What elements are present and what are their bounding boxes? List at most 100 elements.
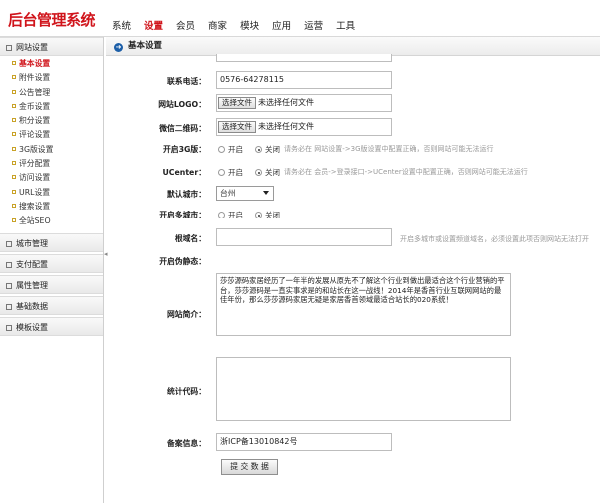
sidebar-group-label: 属性管理 bbox=[16, 280, 48, 290]
plus-box-icon bbox=[6, 282, 12, 289]
sidebar: 网站设置 基本设置 附件设置 公告管理 金币设置 积分设置 评论设置 3G版设置… bbox=[0, 37, 104, 503]
multicity-radio-group: 开启 关闭 bbox=[218, 210, 292, 218]
sidebar-item-announcement[interactable]: 公告管理 bbox=[0, 86, 103, 100]
g3-hint: 请务必在 网站设置->3G版设置中配置正确，否则网站可能无法运行 bbox=[284, 145, 494, 153]
bullet-icon bbox=[12, 118, 16, 123]
sidebar-item-seo[interactable]: 全站SEO bbox=[0, 214, 103, 228]
sidebar-group-label: 模板设置 bbox=[16, 322, 48, 332]
rootdomain-hint: 开启多城市或设置频道域名，必须设置此项否则网站无法打开 bbox=[400, 235, 589, 243]
option-label: 关闭 bbox=[265, 211, 280, 218]
topnav-members[interactable]: 会员 bbox=[176, 18, 195, 32]
sidebar-item-label: 访问设置 bbox=[19, 173, 51, 183]
topnav-settings[interactable]: 设置 bbox=[144, 18, 163, 32]
logo-file-input[interactable]: 选择文件 未选择任何文件 bbox=[216, 94, 392, 112]
bullet-icon bbox=[12, 189, 16, 194]
bullet-icon bbox=[12, 103, 16, 108]
wechat-file-status: 未选择任何文件 bbox=[258, 122, 314, 131]
wechat-file-input[interactable]: 选择文件 未选择任何文件 bbox=[216, 118, 392, 136]
sidebar-item-list: 基本设置 附件设置 公告管理 金币设置 积分设置 评论设置 3G版设置 评分配置… bbox=[0, 56, 103, 233]
sidebar-item-label: 全站SEO bbox=[19, 216, 51, 226]
option-label: 开启 bbox=[228, 211, 243, 218]
sidebar-group-payment[interactable]: 支付配置 bbox=[0, 253, 103, 273]
wechat-choose-file-button[interactable]: 选择文件 bbox=[218, 121, 256, 133]
logo-choose-file-button[interactable]: 选择文件 bbox=[218, 97, 256, 109]
option-label: 关闭 bbox=[265, 145, 280, 154]
phone-input[interactable]: 0576-64278115 bbox=[216, 71, 392, 89]
rootdomain-label: 根域名： bbox=[174, 234, 206, 243]
sidebar-group-attributes[interactable]: 属性管理 bbox=[0, 274, 103, 294]
topnav-merchants[interactable]: 商家 bbox=[208, 18, 227, 32]
topnav-modules[interactable]: 模块 bbox=[240, 18, 259, 32]
sidebar-item-label: 金币设置 bbox=[19, 101, 51, 111]
sidebar-item-label: URL设置 bbox=[19, 187, 51, 197]
sidebar-group-city[interactable]: 城市管理 bbox=[0, 232, 103, 252]
radio-icon bbox=[218, 146, 225, 153]
sidebar-item-basic-settings[interactable]: 基本设置 bbox=[0, 57, 103, 71]
sidebar-item-url[interactable]: URL设置 bbox=[0, 186, 103, 200]
pseudo-static-label: 开启伪静态： bbox=[159, 257, 206, 266]
arrow-circle-icon: ➜ bbox=[114, 43, 123, 52]
bullet-icon bbox=[12, 61, 16, 65]
topnav-tools[interactable]: 工具 bbox=[336, 18, 355, 32]
sidebar-item-label: 积分设置 bbox=[19, 116, 51, 126]
wechat-label: 微信二维码： bbox=[159, 124, 206, 133]
sidebar-group-label: 基础数据 bbox=[16, 301, 48, 311]
g3-label: 开启3G版： bbox=[162, 145, 206, 154]
sidebar-item-rating[interactable]: 评分配置 bbox=[0, 157, 103, 171]
g3-off-option[interactable]: 关闭 bbox=[255, 145, 280, 154]
bullet-icon bbox=[12, 132, 16, 137]
stats-textarea[interactable] bbox=[216, 357, 511, 421]
sidebar-item-label: 评分配置 bbox=[19, 159, 51, 169]
sidebar-item-label: 基本设置 bbox=[19, 59, 51, 68]
bullet-icon bbox=[12, 203, 16, 208]
ucenter-off-option[interactable]: 关闭 bbox=[255, 168, 280, 177]
intro-textarea[interactable]: 莎莎源码家居经历了一年半的发展从原先不了解这个行业到做出最适合这个行业营销的平台… bbox=[216, 273, 511, 336]
topnav-apps[interactable]: 应用 bbox=[272, 18, 291, 32]
ucenter-on-option[interactable]: 开启 bbox=[218, 168, 243, 177]
topnav-operations[interactable]: 运营 bbox=[304, 18, 323, 32]
ucenter-radio-group: 开启 关闭 bbox=[218, 167, 292, 178]
ucenter-hint: 请务必在 会员->登录接口->UCenter设置中配置正确，否则网站可能无法运行 bbox=[284, 168, 528, 176]
top-nav: 系统 设置 会员 商家 模块 应用 运营 工具 bbox=[112, 18, 368, 32]
sidebar-item-points[interactable]: 积分设置 bbox=[0, 114, 103, 128]
multicity-off-option[interactable]: 关闭 bbox=[255, 211, 280, 218]
sidebar-group-label: 城市管理 bbox=[16, 238, 48, 248]
logo-label: 网站LOGO： bbox=[158, 100, 206, 109]
default-city-label: 默认城市： bbox=[167, 190, 206, 199]
intro-label: 网站简介： bbox=[167, 310, 206, 319]
sidebar-item-comments[interactable]: 评论设置 bbox=[0, 128, 103, 142]
sidebar-item-3g[interactable]: 3G版设置 bbox=[0, 143, 103, 157]
logo-file-status: 未选择任何文件 bbox=[258, 98, 314, 107]
sidebar-group-templates[interactable]: 模板设置 bbox=[0, 316, 103, 336]
bullet-icon bbox=[12, 89, 16, 94]
multicity-on-option[interactable]: 开启 bbox=[218, 211, 243, 218]
bullet-icon bbox=[12, 218, 16, 223]
option-label: 开启 bbox=[228, 145, 243, 154]
stats-label: 统计代码： bbox=[167, 387, 206, 396]
radio-icon bbox=[218, 212, 225, 218]
plus-box-icon bbox=[6, 303, 12, 310]
sidebar-group-basedata[interactable]: 基础数据 bbox=[0, 295, 103, 315]
default-city-value: 台州 bbox=[220, 189, 236, 198]
option-label: 关闭 bbox=[265, 168, 280, 177]
sidebar-item-label: 3G版设置 bbox=[19, 144, 54, 154]
row-multicity: 开启多城市： 开启 关闭 bbox=[106, 210, 600, 218]
sidebar-item-label: 评论设置 bbox=[19, 130, 51, 140]
top-bar: 后台管理系统 系统 设置 会员 商家 模块 应用 运营 工具 bbox=[0, 0, 600, 37]
submit-button[interactable]: 提 交 数 据 bbox=[221, 459, 278, 475]
radio-checked-icon bbox=[255, 169, 262, 176]
g3-on-option[interactable]: 开启 bbox=[218, 145, 243, 154]
rootdomain-input[interactable] bbox=[216, 228, 392, 246]
sidebar-item-search[interactable]: 搜索设置 bbox=[0, 200, 103, 214]
plus-box-icon bbox=[6, 261, 12, 268]
default-city-select[interactable]: 台州 bbox=[216, 186, 274, 201]
scrolled-input[interactable] bbox=[216, 54, 392, 62]
sidebar-item-gold[interactable]: 金币设置 bbox=[0, 100, 103, 114]
sidebar-group-site-settings[interactable]: 网站设置 bbox=[0, 37, 103, 56]
topnav-system[interactable]: 系统 bbox=[112, 18, 131, 32]
plus-box-icon bbox=[6, 324, 12, 331]
sidebar-item-attachment[interactable]: 附件设置 bbox=[0, 71, 103, 85]
phone-label: 联系电话： bbox=[167, 77, 206, 86]
sidebar-item-access[interactable]: 访问设置 bbox=[0, 171, 103, 185]
icp-input[interactable]: 浙ICP备13010842号 bbox=[216, 433, 392, 451]
